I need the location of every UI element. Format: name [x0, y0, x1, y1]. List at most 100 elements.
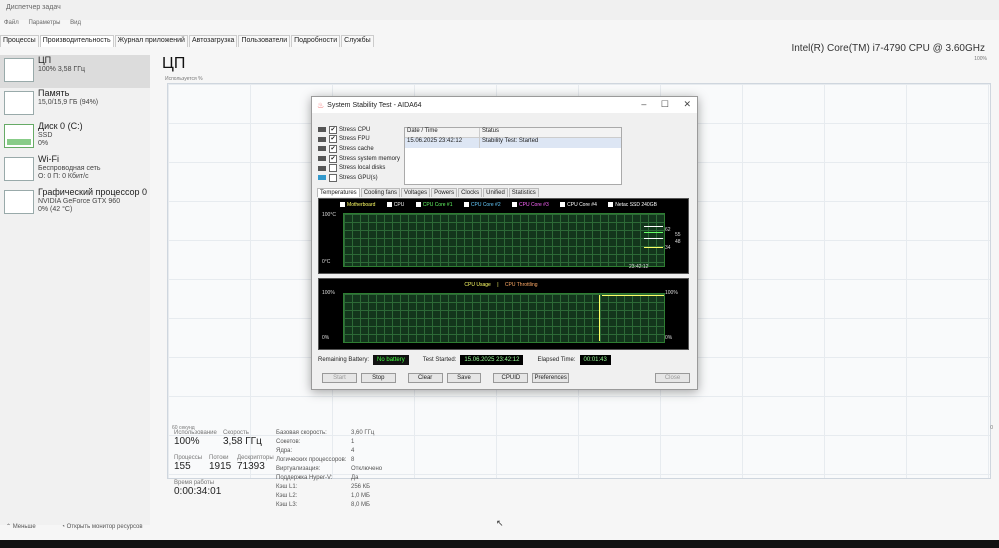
clear-button[interactable]: Clear — [407, 373, 443, 383]
save-button[interactable]: Save — [446, 373, 482, 383]
start-button[interactable]: Start — [322, 373, 357, 383]
elapsed-time-value: 00:01:43 — [579, 355, 611, 365]
aida64-flame-icon: ♨ — [317, 100, 325, 110]
sidebar-item-detail: Беспроводная сеть — [38, 165, 101, 172]
legend-ssd[interactable]: Netac SSD 240GB — [608, 202, 662, 208]
minimize-icon[interactable]: – — [641, 99, 646, 109]
tab-app-history[interactable]: Журнал приложений — [114, 35, 188, 47]
stress-fpu-option[interactable]: ✔ Stress FPU — [318, 135, 406, 145]
stress-disks-checkbox[interactable] — [329, 164, 337, 173]
legend-core4[interactable]: CPU Core #4 — [560, 202, 602, 208]
tab-powers[interactable]: Powers — [431, 188, 458, 197]
stress-cpu-option[interactable]: ✔ Stress CPU — [318, 125, 406, 135]
sidebar-item-detail: 0% (42 °C) — [38, 206, 73, 213]
info-row: Виртуализация: Отключено — [276, 466, 426, 475]
elapsed-time-label: Elapsed Time: — [537, 357, 576, 363]
menu-file[interactable]: Файл — [4, 20, 19, 26]
stop-button[interactable]: Stop — [360, 373, 396, 383]
temp-series-line — [644, 226, 663, 227]
tab-clocks[interactable]: Clocks — [458, 188, 483, 197]
legend-core3[interactable]: CPU Core #3 — [512, 202, 554, 208]
close-button[interactable]: Close — [655, 373, 690, 383]
open-resource-monitor-link[interactable]: ◔ Открыть монитор ресурсов — [61, 524, 154, 530]
stress-gpu-checkbox[interactable] — [329, 173, 337, 182]
tab-users[interactable]: Пользователи — [238, 35, 291, 47]
legend-core1[interactable]: CPU Core #1 — [415, 202, 458, 208]
speed-value: 3,58 ГГц — [223, 436, 262, 447]
info-key: Сокетов: — [276, 439, 301, 445]
info-value: 3,60 ГГц — [351, 430, 375, 436]
legend-core2[interactable]: CPU Core #2 — [463, 202, 506, 208]
info-key: Виртуализация: — [276, 466, 321, 472]
event-log: Date / Time Status 15.06.2025 23:42:12 S… — [404, 127, 622, 185]
disk-thumbnail — [4, 124, 34, 148]
stress-cache-checkbox[interactable]: ✔ — [329, 144, 337, 153]
tab-services[interactable]: Службы — [341, 35, 374, 47]
cpuid-button[interactable]: CPUID — [493, 373, 529, 383]
info-key: Кэш L1: — [276, 484, 298, 490]
wifi-thumbnail — [4, 157, 34, 181]
page-title: ЦП — [162, 55, 186, 72]
test-started-value: 15.06.2025 23:42:12 — [460, 355, 524, 365]
uptime-value: 0:00:34:01 — [174, 486, 222, 497]
graph-zero-label: 0 — [990, 425, 993, 431]
info-value: Отключено — [351, 466, 383, 472]
menu-options[interactable]: Параметры — [28, 20, 60, 26]
utilization-value: 100% — [174, 436, 200, 447]
sidebar-item-cpu[interactable]: ЦП 100% 3,58 ГГц — [0, 55, 150, 88]
stress-fpu-checkbox[interactable]: ✔ — [329, 135, 337, 144]
legend-separator: | — [497, 282, 499, 288]
sidebar-item-label: Память — [38, 88, 70, 98]
legend-motherboard[interactable]: Motherboard — [340, 202, 380, 208]
sidebar-item-disk[interactable]: Диск 0 (C:) SSD 0% — [0, 121, 150, 154]
tab-temperatures[interactable]: Temperatures — [317, 188, 360, 197]
tab-startup[interactable]: Автозагрузка — [188, 35, 238, 47]
tab-performance[interactable]: Производительность — [39, 35, 114, 47]
info-value: 1,0 МБ — [351, 493, 370, 499]
handles-value: 71393 — [237, 461, 265, 472]
tab-details[interactable]: Подробности — [291, 35, 341, 47]
info-key: Базовая скорость: — [276, 430, 327, 436]
preferences-button[interactable]: Preferences — [532, 373, 570, 383]
stress-cpu-checkbox[interactable]: ✔ — [329, 125, 337, 134]
legend-cpu[interactable]: CPU — [386, 202, 410, 208]
stress-gpu-label: Stress GPU(s) — [339, 174, 378, 181]
test-started-label: Test Started: — [422, 357, 457, 363]
utilization-stat: Использование 100% — [174, 430, 217, 447]
stress-cpu-label: Stress CPU — [339, 126, 371, 133]
tab-processes[interactable]: Процессы — [0, 35, 39, 47]
usage-right-bottom: 0% — [665, 335, 673, 341]
stress-memory-checkbox[interactable]: ✔ — [329, 154, 337, 163]
temp-value-label: 34 — [665, 245, 671, 251]
battery-label: Remaining Battery: — [318, 357, 370, 363]
close-icon[interactable]: ✕ — [683, 99, 691, 109]
usage-axis-bottom: 0% — [322, 335, 330, 341]
handles-stat: Дескрипторы 71393 — [237, 455, 274, 472]
stress-gpu-option[interactable]: Stress GPU(s) — [318, 173, 406, 183]
stress-memory-option[interactable]: ✔ Stress system memory — [318, 154, 406, 164]
info-row: Сокетов: 1 — [276, 439, 426, 448]
info-value: 8,0 МБ — [351, 502, 370, 508]
usage-right-top: 100% — [665, 290, 678, 296]
menu-view[interactable]: Вид — [70, 20, 81, 26]
temperature-chart: Motherboard CPU CPU Core #1 CPU Core #2 … — [318, 198, 689, 274]
maximize-icon[interactable]: ☐ — [661, 99, 669, 109]
sidebar-item-wifi[interactable]: Wi-Fi Беспроводная сеть О: 0 П: 0 Кбит/с — [0, 154, 150, 187]
tab-statistics[interactable]: Statistics — [508, 188, 539, 197]
stress-disks-option[interactable]: Stress local disks — [318, 163, 406, 173]
tab-cooling-fans[interactable]: Cooling fans — [360, 188, 401, 197]
tab-voltages[interactable]: Voltages — [401, 188, 431, 197]
sidebar-item-memory[interactable]: Память 15,0/15,9 ГБ (94%) — [0, 88, 150, 121]
sidebar-item-label: Графический процессор 0 — [38, 187, 148, 197]
sidebar-item-gpu[interactable]: Графический процессор 0 NVIDIA GeForce G… — [0, 187, 150, 220]
threads-stat: Потоки 1915 — [209, 455, 231, 472]
menu-bar: Файл Параметры Вид — [0, 20, 85, 32]
mouse-cursor-icon: ↖ — [496, 518, 504, 528]
processes-value: 155 — [174, 461, 191, 472]
log-row[interactable]: 15.06.2025 23:42:12 Stability Test: Star… — [405, 138, 621, 148]
stress-cache-option[interactable]: ✔ Stress cache — [318, 144, 406, 154]
tab-unified[interactable]: Unified — [483, 188, 508, 197]
stress-fpu-label: Stress FPU — [339, 136, 370, 143]
fewer-details-link[interactable]: ⌃ Меньше — [6, 524, 48, 530]
cpu-model: Intel(R) Core(TM) i7-4790 CPU @ 3.60GHz — [791, 43, 985, 54]
